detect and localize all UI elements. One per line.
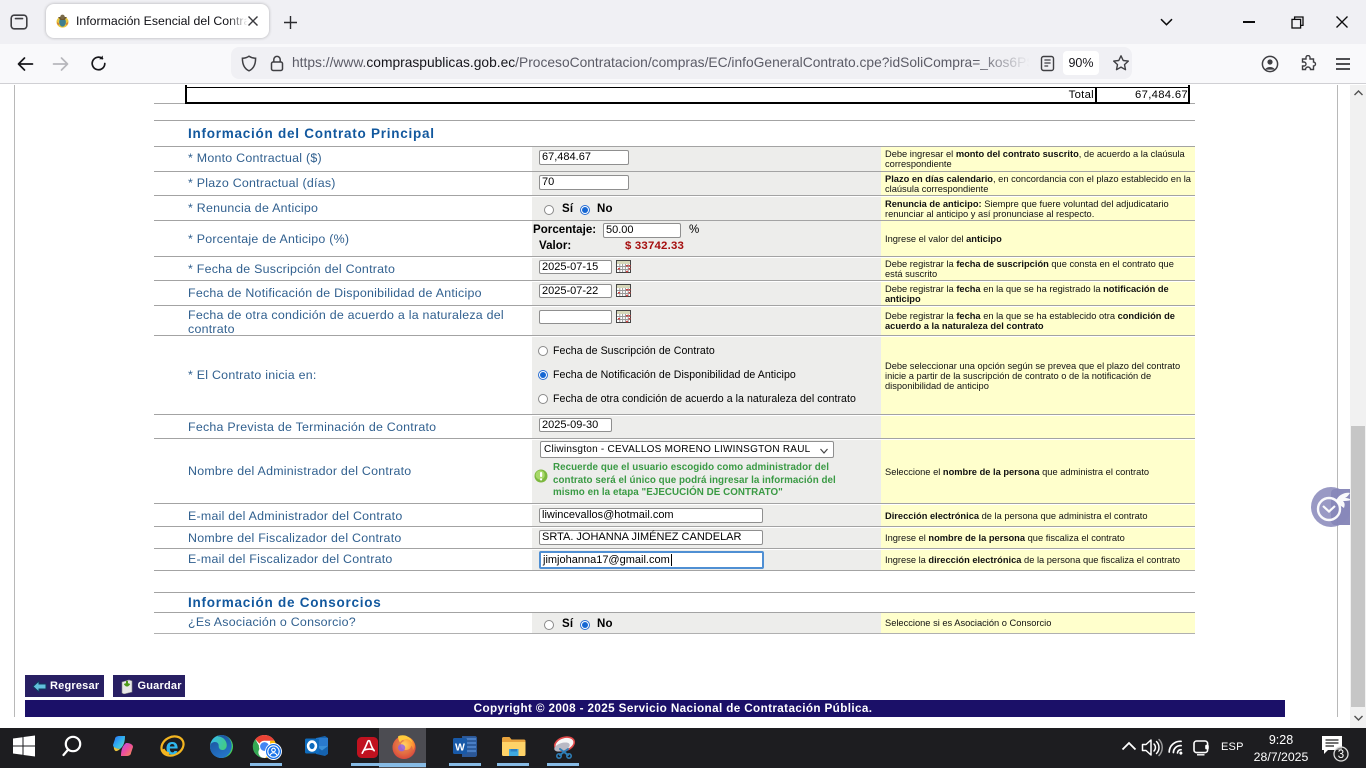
svg-text:3: 3 xyxy=(1338,749,1344,761)
svg-text:W: W xyxy=(455,742,465,754)
svg-text:e: e xyxy=(166,734,179,760)
